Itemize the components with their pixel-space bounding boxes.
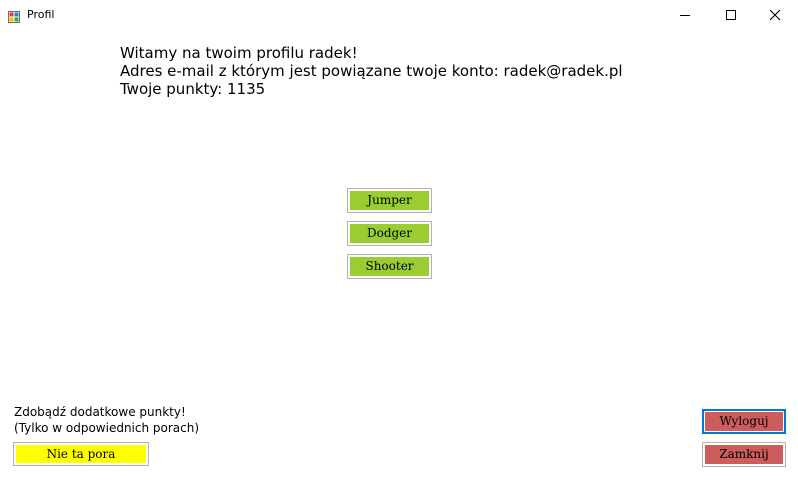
- shooter-button[interactable]: Shooter: [347, 254, 432, 279]
- dodger-button[interactable]: Dodger: [347, 221, 432, 246]
- app-icon: [8, 8, 20, 23]
- logout-button[interactable]: Wyloguj: [702, 409, 786, 434]
- title-bar[interactable]: Profil: [0, 0, 798, 30]
- bonus-note: (Tylko w odpowiednich porach): [14, 421, 200, 435]
- close-button[interactable]: Zamknij: [702, 442, 786, 467]
- minimize-button[interactable]: [662, 0, 708, 30]
- jumper-button[interactable]: Jumper: [347, 188, 432, 213]
- dodger-button-label: Dodger: [350, 224, 429, 243]
- points-text: Twoje punkty: 1135: [120, 80, 266, 98]
- close-window-button[interactable]: [752, 0, 798, 30]
- close-icon: [769, 9, 781, 21]
- jumper-button-label: Jumper: [350, 191, 429, 210]
- window-title: Profil: [27, 8, 55, 21]
- welcome-text: Witamy na twoim profilu radek!: [120, 44, 358, 62]
- profile-info: Witamy na twoim profilu radek! Adres e-m…: [120, 44, 623, 98]
- close-button-label: Zamknij: [705, 445, 783, 464]
- logout-button-label: Wyloguj: [705, 412, 783, 431]
- bonus-points-button-label: Nie ta pora: [16, 445, 146, 463]
- shooter-button-label: Shooter: [350, 257, 429, 276]
- bonus-info: Zdobądź dodatkowe punkty! (Tylko w odpow…: [14, 404, 199, 436]
- email-text: Adres e-mail z którym jest powiązane two…: [120, 62, 623, 80]
- profile-window: Profil Witamy na twoim profilu radek! Ad…: [0, 0, 798, 480]
- bonus-title: Zdobądź dodatkowe punkty!: [14, 405, 186, 419]
- maximize-icon: [726, 10, 736, 20]
- bonus-points-button[interactable]: Nie ta pora: [13, 442, 149, 466]
- maximize-button[interactable]: [708, 0, 754, 30]
- minimize-icon: [680, 15, 690, 16]
